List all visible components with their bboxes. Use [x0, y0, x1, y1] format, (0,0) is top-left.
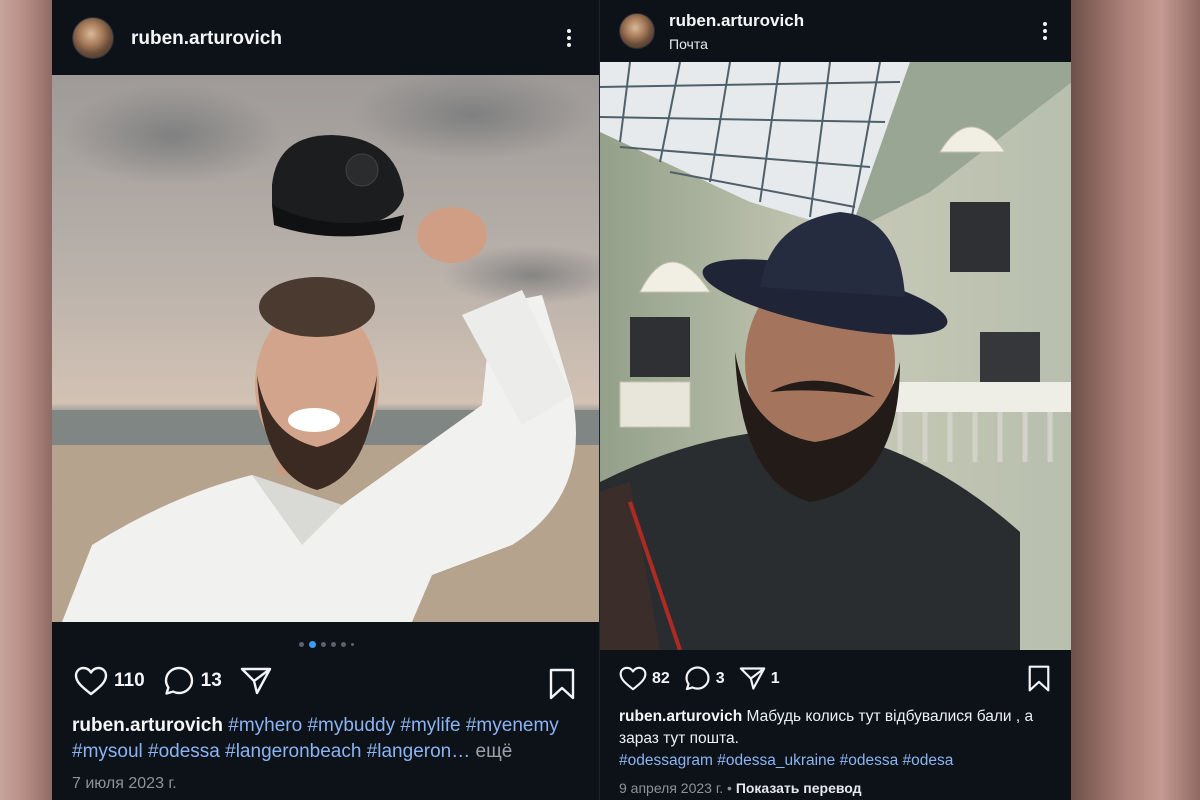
separator: • — [727, 780, 732, 796]
comment-icon[interactable] — [163, 665, 195, 697]
post-actions: 110 13 — [74, 665, 290, 697]
comment-icon[interactable] — [684, 665, 711, 692]
show-more-link[interactable]: ещё — [476, 741, 513, 762]
bookmark-icon[interactable] — [548, 668, 576, 700]
show-translation-link[interactable]: Показать перевод — [736, 780, 862, 796]
shares-count: 1 — [770, 669, 780, 687]
bookmark-icon[interactable] — [1027, 665, 1051, 692]
hashtags-line-2[interactable]: #mysoul #odessa #langeronbeach #langeron… — [72, 741, 470, 762]
caption-username[interactable]: ruben.arturovich — [72, 715, 223, 736]
background-right — [1070, 0, 1200, 800]
send-icon[interactable] — [240, 666, 272, 696]
post-date: 9 апреля 2023 г. — [619, 780, 724, 796]
share-action[interactable]: 1 — [739, 666, 780, 691]
like-action[interactable]: 110 — [74, 666, 145, 696]
post-date-row: 9 апреля 2023 г. • Показать перевод — [619, 780, 862, 796]
send-icon[interactable] — [739, 666, 766, 691]
likes-count: 82 — [652, 669, 670, 687]
avatar[interactable] — [72, 17, 114, 59]
likes-count: 110 — [114, 670, 145, 691]
background-left — [0, 0, 52, 800]
hashtags-line-1[interactable]: #myhero #mybuddy #mylife #myenemy — [228, 715, 559, 736]
username[interactable]: ruben.arturovich — [131, 28, 282, 50]
comment-action[interactable]: 3 — [684, 665, 725, 692]
hashtags[interactable]: #odessagram #odessa_ukraine #odessa #ode… — [619, 752, 953, 769]
heart-icon[interactable] — [74, 666, 108, 696]
carousel-indicator — [299, 641, 354, 648]
more-options-icon[interactable] — [566, 29, 572, 47]
location-label[interactable]: Почта — [669, 36, 708, 52]
post-header: ruben.arturovich Почта — [600, 0, 1071, 62]
comments-count: 3 — [715, 669, 725, 687]
post-photo[interactable] — [600, 62, 1071, 650]
avatar[interactable] — [619, 13, 655, 49]
post-card-2: ruben.arturovich Почта 82 3 1 ruben.artu… — [599, 0, 1071, 800]
post-caption: ruben.arturovich #myhero #mybuddy #mylif… — [72, 713, 572, 765]
post-card-1: ruben.arturovich 110 13 ruben.arturovich… — [52, 0, 599, 800]
comment-action[interactable]: 13 — [163, 665, 222, 697]
post-caption: ruben.arturovich Мабудь колись тут відбу… — [619, 706, 1059, 772]
post-actions: 82 3 1 — [619, 665, 794, 692]
post-date: 7 июля 2023 г. — [72, 775, 177, 792]
post-photo[interactable] — [52, 75, 599, 622]
heart-icon[interactable] — [619, 666, 647, 691]
post-header: ruben.arturovich — [52, 0, 599, 75]
caption-username[interactable]: ruben.arturovich — [619, 708, 742, 725]
more-options-icon[interactable] — [1042, 22, 1048, 40]
share-action[interactable] — [240, 666, 272, 696]
comments-count: 13 — [200, 670, 222, 691]
like-action[interactable]: 82 — [619, 666, 670, 691]
username[interactable]: ruben.arturovich — [669, 11, 804, 31]
